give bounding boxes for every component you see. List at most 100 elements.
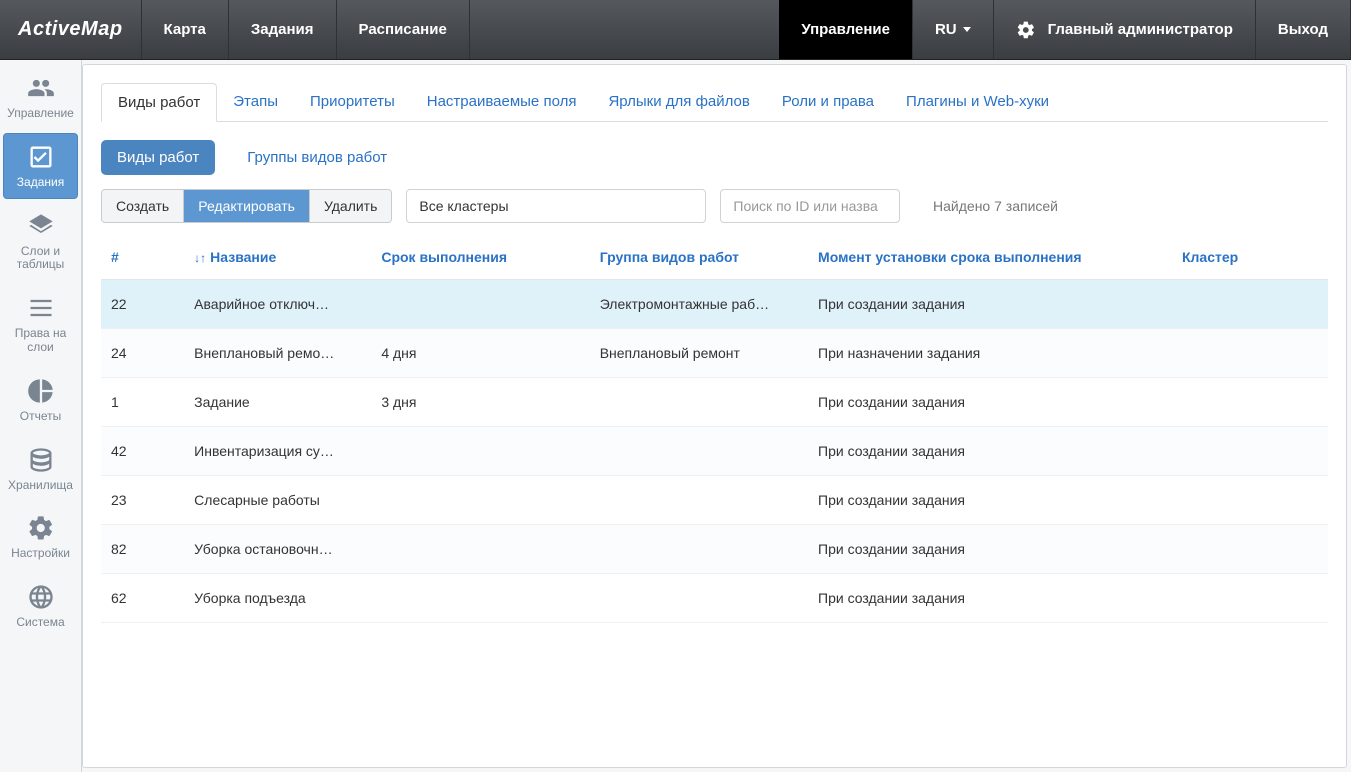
- nav-user[interactable]: Главный администратор: [994, 0, 1256, 59]
- top-header: ActiveMap Карта Задания Расписание Управ…: [0, 0, 1351, 60]
- cell-cluster: [1172, 525, 1328, 574]
- tab-roles[interactable]: Роли и права: [766, 83, 890, 121]
- cell-id: 62: [101, 574, 184, 623]
- cell-cluster: [1172, 427, 1328, 476]
- sidebar-item-settings[interactable]: Настройки: [3, 504, 78, 570]
- col-group[interactable]: Группа видов работ: [590, 235, 808, 280]
- sidebar-item-label: Управление: [7, 107, 74, 121]
- check-box-icon: [26, 142, 56, 172]
- cell-cluster: [1172, 574, 1328, 623]
- cell-deadline: [371, 476, 589, 525]
- sidebar-item-tasks[interactable]: Задания: [3, 133, 78, 199]
- cell-id: 1: [101, 378, 184, 427]
- table-row[interactable]: 24Внеплановый ремо…4 дняВнеплановый ремо…: [101, 329, 1328, 378]
- cell-group: [590, 427, 808, 476]
- cell-name: Задание: [184, 378, 371, 427]
- tab-custom-fields[interactable]: Настраиваемые поля: [411, 83, 593, 121]
- crud-button-group: Создать Редактировать Удалить: [101, 189, 392, 223]
- cell-cluster: [1172, 329, 1328, 378]
- cell-id: 24: [101, 329, 184, 378]
- delete-button[interactable]: Удалить: [310, 190, 391, 222]
- cell-deadline: [371, 574, 589, 623]
- cell-cluster: [1172, 280, 1328, 329]
- table-row[interactable]: 82Уборка остановочн…При создании задания: [101, 525, 1328, 574]
- nav-admin[interactable]: Управление: [779, 0, 913, 59]
- cell-deadline: 4 дня: [371, 329, 589, 378]
- cluster-select[interactable]: Все кластеры: [406, 189, 706, 223]
- search-input[interactable]: [720, 189, 900, 223]
- table-row[interactable]: 42Инвентаризация су… При создании задания: [101, 427, 1328, 476]
- toolbar: Создать Редактировать Удалить Все класте…: [101, 189, 1328, 223]
- sidebar-item-manage[interactable]: Управление: [3, 64, 78, 130]
- col-cluster[interactable]: Кластер: [1172, 235, 1328, 280]
- table-row[interactable]: 62Уборка подъезда При создании задания: [101, 574, 1328, 623]
- nav-user-label: Главный администратор: [1048, 21, 1233, 38]
- tab-stages[interactable]: Этапы: [217, 83, 294, 121]
- sidebar-item-label: Настройки: [11, 547, 70, 561]
- cell-cluster: [1172, 476, 1328, 525]
- cell-id: 22: [101, 280, 184, 329]
- sidebar-item-storages[interactable]: Хранилища: [3, 436, 78, 502]
- tab-file-labels[interactable]: Ярлыки для файлов: [592, 83, 765, 121]
- cell-id: 82: [101, 525, 184, 574]
- cell-deadline: 3 дня: [371, 378, 589, 427]
- sidebar-item-system[interactable]: Система: [3, 573, 78, 639]
- sidebar-item-label: Права на слои: [6, 327, 75, 355]
- col-id[interactable]: #: [101, 235, 184, 280]
- app-logo: ActiveMap: [0, 0, 142, 59]
- table-row[interactable]: 1Задание3 дняПри создании задания: [101, 378, 1328, 427]
- table-header-row: # ↓↑ Название Срок выполнения Группа видо…: [101, 235, 1328, 280]
- subtab-work-types[interactable]: Виды работ: [101, 140, 215, 175]
- cell-name: Аварийное отключ…: [184, 280, 371, 329]
- nav-language-label: RU: [935, 21, 957, 38]
- sidebar-item-label: Хранилища: [8, 479, 73, 493]
- sidebar: Управление Задания Слои и таблицы Права …: [0, 60, 82, 772]
- sort-asc-icon: ↓↑: [194, 251, 206, 265]
- cell-name: Инвентаризация су…: [184, 427, 371, 476]
- nav-tasks[interactable]: Задания: [229, 0, 337, 59]
- table-row[interactable]: 22Аварийное отключ… Электромонтажные раб……: [101, 280, 1328, 329]
- pie-chart-icon: [26, 376, 56, 406]
- cell-moment: При создании задания: [808, 427, 1172, 476]
- cell-group: Электромонтажные раб…: [590, 280, 808, 329]
- cell-name: Уборка подъезда: [184, 574, 371, 623]
- sidebar-item-layer-rights[interactable]: Права на слои: [3, 284, 78, 364]
- col-moment[interactable]: Момент установки срока выполнения: [808, 235, 1172, 280]
- tabs: Виды работ Этапы Приоритеты Настраиваемы…: [101, 83, 1328, 122]
- nav-logout[interactable]: Выход: [1256, 0, 1351, 59]
- nav-schedule[interactable]: Расписание: [337, 0, 470, 59]
- cell-deadline: [371, 427, 589, 476]
- tab-work-types[interactable]: Виды работ: [101, 83, 217, 122]
- table-row[interactable]: 23Слесарные работыПри создании задания: [101, 476, 1328, 525]
- create-button[interactable]: Создать: [102, 190, 184, 222]
- globe-icon: [26, 582, 56, 612]
- cell-group: Внеплановый ремонт: [590, 329, 808, 378]
- cell-group: [590, 525, 808, 574]
- col-deadline[interactable]: Срок выполнения: [371, 235, 589, 280]
- layers-icon: [26, 211, 56, 241]
- cell-group: [590, 476, 808, 525]
- subtab-groups[interactable]: Группы видов работ: [231, 140, 403, 175]
- tab-priorities[interactable]: Приоритеты: [294, 83, 411, 121]
- cell-name: Слесарные работы: [184, 476, 371, 525]
- cell-moment: При создании задания: [808, 525, 1172, 574]
- cell-id: 42: [101, 427, 184, 476]
- users-icon: [26, 73, 56, 103]
- found-count: Найдено 7 записей: [933, 198, 1328, 214]
- sidebar-item-layers[interactable]: Слои и таблицы: [3, 202, 78, 282]
- edit-button[interactable]: Редактировать: [184, 190, 310, 222]
- database-icon: [26, 445, 56, 475]
- cell-moment: При создании задания: [808, 574, 1172, 623]
- sidebar-item-reports[interactable]: Отчеты: [3, 367, 78, 433]
- cell-group: [590, 378, 808, 427]
- col-name-label: Название: [210, 249, 276, 265]
- col-name[interactable]: ↓↑ Название: [184, 235, 371, 280]
- sidebar-item-label: Слои и таблицы: [6, 245, 75, 273]
- tab-plugins[interactable]: Плагины и Web-хуки: [890, 83, 1065, 121]
- chevron-down-icon: [963, 27, 971, 32]
- nav-map[interactable]: Карта: [142, 0, 229, 59]
- body-wrap: Управление Задания Слои и таблицы Права …: [0, 60, 1351, 772]
- list-icon: [26, 293, 56, 323]
- cell-name: Внеплановый ремо…: [184, 329, 371, 378]
- nav-language[interactable]: RU: [913, 0, 994, 59]
